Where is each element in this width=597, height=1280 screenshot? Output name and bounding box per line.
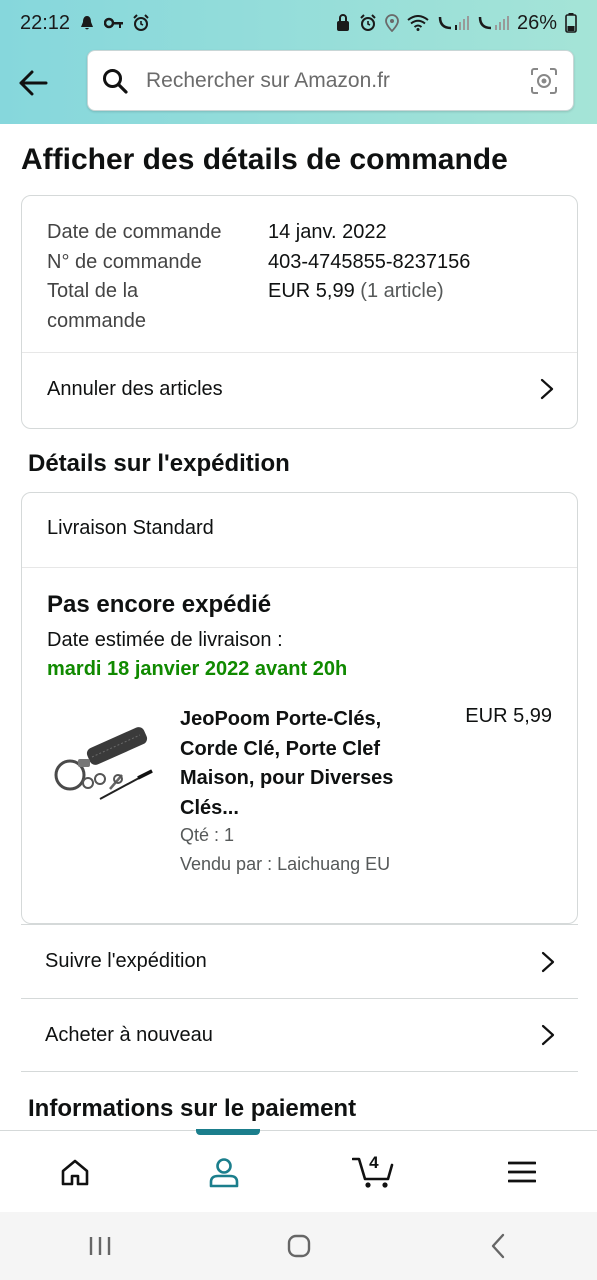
key-icon — [104, 16, 124, 30]
payment-section-title: Informations sur le paiement — [28, 1095, 357, 1122]
divider — [22, 567, 577, 568]
product-title-line: Clés... — [180, 796, 239, 819]
product-title-line: Corde Clé, Porte Clef — [180, 737, 381, 760]
track-shipment-label: Suivre l'expédition — [45, 950, 207, 972]
lock-icon — [335, 14, 351, 32]
order-total-value: EUR 5,99 — [268, 280, 355, 302]
page-title: Afficher des détails de commande — [21, 143, 508, 176]
order-total-value-wrap: EUR 5,99 (1 article) — [268, 277, 444, 336]
order-date-value: 14 janv. 2022 — [268, 221, 387, 243]
nav-cart[interactable]: 4 — [323, 1131, 423, 1213]
alarm-icon — [359, 14, 377, 32]
order-total-label: Total de la commande — [47, 280, 146, 332]
chevron-right-icon — [538, 951, 558, 972]
alarm-icon — [132, 14, 150, 32]
active-tab-indicator — [195, 1128, 260, 1135]
back-chevron-icon — [491, 1233, 504, 1259]
wifi-icon — [407, 15, 429, 31]
home-button[interactable] — [259, 1221, 339, 1271]
search-input[interactable]: Rechercher sur Amazon.fr — [146, 69, 529, 93]
order-item-count: (1 article) — [360, 280, 444, 302]
shipment-status: Pas encore expédié — [47, 591, 272, 618]
order-total-row: Total de la commande EUR 5,99 (1 article… — [47, 277, 470, 336]
chevron-right-icon — [538, 1024, 558, 1046]
nav-account[interactable] — [174, 1128, 274, 1213]
order-summary-card: Date de commande 14 janv. 2022 N° de com… — [21, 195, 578, 429]
arrow-left-icon — [19, 70, 48, 96]
status-bar: 22:12 26% — [0, 0, 597, 46]
recent-apps-icon — [89, 1237, 110, 1255]
notification-icon — [78, 14, 96, 32]
shipment-card: Livraison Standard Pas encore expédié Da… — [21, 492, 578, 924]
delivery-estimate-date: mardi 18 janvier 2022 avant 20h — [47, 658, 348, 680]
shipping-method: Livraison Standard — [47, 517, 214, 539]
shipment-section-title: Détails sur l'expédition — [28, 450, 290, 477]
cancel-items-row[interactable]: Annuler des articles — [22, 352, 577, 426]
product-title[interactable]: JeoPoom Porte-Clés, Corde Clé, Porte Cle… — [180, 705, 430, 823]
status-time: 22:12 — [20, 11, 71, 34]
recent-apps-button[interactable] — [60, 1221, 140, 1271]
chevron-right-icon — [537, 378, 557, 400]
order-number-value: 403-4745855-8237156 — [268, 250, 471, 273]
product-image[interactable] — [48, 723, 156, 803]
system-back-button[interactable] — [458, 1221, 538, 1271]
product-title-line: Maison, pour Diverses — [180, 767, 394, 789]
order-summary-grid: Date de commande 14 janv. 2022 N° de com… — [47, 218, 470, 336]
product-price: EUR 5,99 — [465, 705, 552, 727]
home-circle-icon — [287, 1234, 310, 1258]
menu-icon — [508, 1161, 537, 1182]
cancel-items-label: Annuler des articles — [47, 377, 223, 400]
search-header: Rechercher sur Amazon.fr — [0, 46, 597, 124]
search-box[interactable]: Rechercher sur Amazon.fr — [87, 50, 574, 111]
track-shipment-row[interactable]: Suivre l'expédition — [21, 924, 578, 998]
nav-menu[interactable] — [472, 1131, 572, 1213]
order-number-row: N° de commande 403-4745855-8237156 — [47, 248, 470, 278]
back-button[interactable] — [16, 66, 50, 100]
volte-signal-icon — [437, 14, 469, 32]
battery-icon — [565, 13, 577, 33]
bottom-nav: 4 — [0, 1128, 597, 1213]
order-number-label: N° de commande — [47, 250, 202, 273]
nav-home[interactable] — [25, 1131, 125, 1213]
search-icon — [102, 67, 130, 95]
order-date-row: Date de commande 14 janv. 2022 — [47, 218, 470, 248]
buy-again-row[interactable]: Acheter à nouveau — [21, 998, 578, 1072]
cart-count-badge: 4 — [369, 1152, 379, 1172]
buy-again-label: Acheter à nouveau — [45, 1023, 213, 1046]
account-icon — [209, 1157, 239, 1187]
location-icon — [385, 14, 399, 32]
system-nav-bar — [0, 1212, 597, 1280]
volte-signal-2-icon — [477, 14, 509, 32]
battery-percent: 26% — [516, 11, 557, 34]
home-icon — [61, 1159, 88, 1185]
product-quantity: Qté : 1 — [180, 825, 235, 845]
camera-search-icon[interactable] — [529, 66, 559, 96]
delivery-estimate-label: Date estimée de livraison : — [47, 629, 283, 651]
order-date-label: Date de commande — [47, 221, 222, 243]
product-title-line: JeoPoom Porte-Clés, — [180, 708, 382, 730]
product-seller: Vendu par : Laichuang EU — [180, 854, 391, 874]
